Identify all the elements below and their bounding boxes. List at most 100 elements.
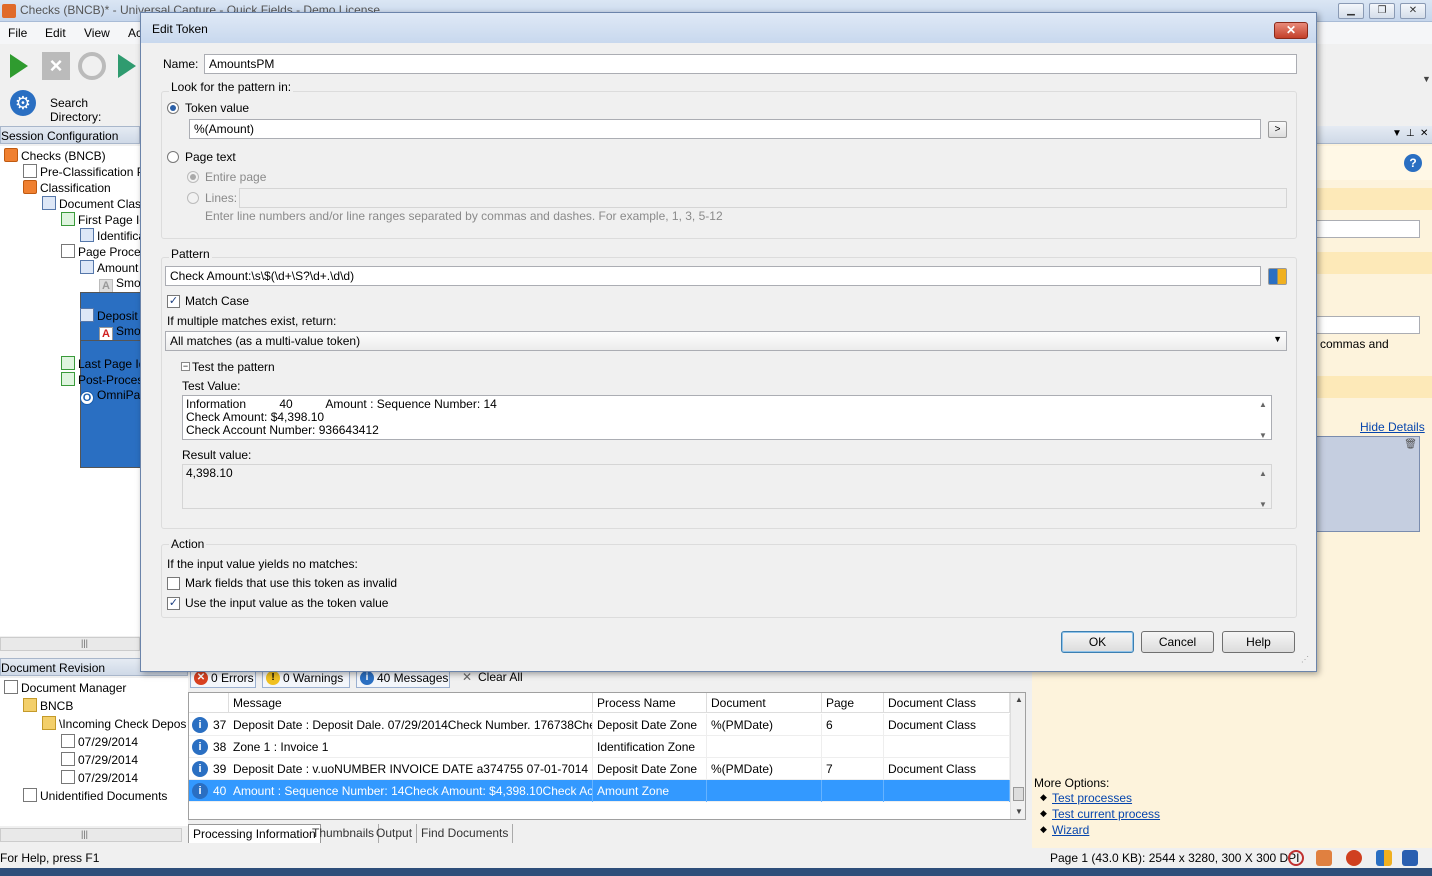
use-input-checkbox[interactable]: ✓ [167, 597, 180, 610]
multiple-matches-select[interactable]: All matches (as a multi-value token) ▼ [165, 331, 1287, 351]
pattern-builder-button[interactable] [1268, 268, 1287, 285]
token-value-input[interactable]: %(Amount) [189, 119, 1261, 139]
tree-item[interactable]: BNCB [23, 698, 73, 713]
tree-item[interactable]: 07/29/2014 [61, 770, 138, 785]
help-button[interactable]: Help [1222, 631, 1295, 653]
cell-page: 6 [822, 714, 884, 736]
gear-icon[interactable]: ⚙ [10, 90, 36, 116]
refresh-icon[interactable] [78, 52, 106, 80]
tree-item[interactable]: Deposit D [80, 308, 140, 323]
column-header-process[interactable]: Process Name [593, 693, 707, 713]
export-icon[interactable] [1316, 850, 1332, 866]
test-value-textarea[interactable]: Information 40 Amount : Sequence Number:… [182, 395, 1272, 440]
tree-item[interactable]: Identificati [80, 228, 140, 243]
stop-icon[interactable]: × [42, 52, 70, 80]
test-processes-link[interactable]: Test processes [1052, 791, 1132, 805]
token-browse-button[interactable]: > [1268, 121, 1287, 138]
hide-details-link[interactable]: Hide Details [1360, 420, 1425, 434]
scroll-thumb[interactable] [1013, 787, 1024, 801]
dialog-close-button[interactable]: ✕ [1274, 22, 1308, 39]
table-row[interactable]: i 38 Zone 1 : Invoice 1 Identification Zone [189, 736, 1010, 758]
wizard-link[interactable]: Wizard [1052, 823, 1089, 837]
properties-field-1[interactable] [1316, 220, 1420, 238]
column-header-message[interactable]: Message [229, 693, 593, 713]
restore-button[interactable]: ❐ [1369, 3, 1395, 19]
tree-item[interactable]: \Incoming Check Depos [42, 716, 186, 731]
tree-item[interactable]: ASmoo [99, 276, 140, 293]
test-value-scrollbar[interactable]: ▲ ▼ [1255, 396, 1271, 440]
table-row[interactable]: i 40 Amount : Sequence Number: 14Check Amo… [189, 780, 1010, 802]
token-value-radio[interactable] [167, 102, 179, 114]
green-icon [61, 356, 75, 370]
column-header-page[interactable]: Page [822, 693, 884, 713]
doc-icon [80, 260, 94, 274]
entire-page-radio[interactable] [187, 171, 199, 183]
dropdown-icon[interactable]: ▼ [1392, 128, 1402, 139]
run-next-icon[interactable] [118, 54, 136, 78]
trash-icon[interactable]: 🗑 [1404, 439, 1417, 450]
session-tree-scrollbar[interactable]: ||| [0, 637, 140, 651]
tree-item[interactable]: Last Page Iden [61, 356, 140, 371]
tab-processing-information[interactable]: Processing Information [188, 824, 321, 843]
tree-item[interactable]: Classification [23, 180, 111, 195]
tree-item[interactable]: Unidentified Documents [23, 788, 167, 803]
collapse-icon[interactable]: − [181, 362, 190, 371]
minimize-button[interactable]: ▁ [1338, 3, 1364, 19]
scroll-down-icon[interactable]: ▼ [1422, 74, 1431, 84]
page-text-radio[interactable] [167, 151, 179, 163]
column-header-document[interactable]: Document [707, 693, 822, 713]
pin-icon[interactable]: ⊥ [1406, 128, 1415, 139]
run-icon[interactable] [10, 54, 28, 78]
pattern-input[interactable]: Check Amount:\s\$(\d+\S?\d+.\d\d) [165, 266, 1261, 286]
info-icon: i [192, 783, 208, 799]
tree-item[interactable]: OOmniPage [80, 388, 140, 405]
cell-page [822, 736, 884, 758]
tree-item[interactable]: Document Manager [4, 680, 126, 695]
name-input[interactable]: AmountsPM [204, 54, 1297, 74]
tree-item[interactable]: Checks (BNCB) [4, 148, 106, 163]
column-header-num[interactable] [189, 693, 229, 713]
tree-item[interactable]: 07/29/2014 [61, 734, 138, 749]
docrev-scrollbar[interactable]: ||| [0, 828, 182, 842]
help-icon[interactable]: ? [1404, 154, 1422, 172]
tree-item[interactable]: Amount Z [80, 260, 140, 275]
no-entry-icon[interactable] [1288, 850, 1304, 866]
grid-icon[interactable] [1376, 850, 1392, 866]
test-current-process-link[interactable]: Test current process [1052, 807, 1160, 821]
tree-item[interactable]: 07/29/2014 [61, 752, 138, 767]
page-icon [23, 788, 37, 802]
result-value-scrollbar[interactable]: ▲ ▼ [1255, 465, 1271, 509]
tree-item[interactable]: Pre-Classification Proc [23, 164, 140, 179]
tree-item[interactable]: Document Class [42, 196, 140, 211]
menu-file[interactable]: File [8, 26, 27, 40]
match-case-checkbox[interactable]: ✓ [167, 295, 180, 308]
tab-thumbnails[interactable]: Thumbnails [308, 824, 380, 843]
window-close-button[interactable]: ✕ [1400, 3, 1426, 19]
app-icon [2, 4, 16, 18]
ok-button[interactable]: OK [1061, 631, 1134, 653]
cancel-button[interactable]: Cancel [1141, 631, 1214, 653]
lines-input[interactable] [239, 188, 1287, 208]
tree-item[interactable]: Page Process [61, 244, 140, 259]
tab-output[interactable]: Output [372, 824, 418, 843]
menu-view[interactable]: View [84, 26, 110, 40]
tree-item[interactable]: First Page Iden [61, 212, 140, 227]
ocr-icon[interactable] [1346, 850, 1362, 866]
tree-item[interactable]: Post-Processin [61, 372, 140, 387]
mark-invalid-checkbox[interactable] [167, 577, 180, 590]
table-row[interactable]: i 37 Deposit Date : Deposit Dale. 07/29/20… [189, 714, 1010, 736]
table-row[interactable]: i 39 Deposit Date : v.uoNUMBER INVOICE DAT… [189, 758, 1010, 780]
tab-find-documents[interactable]: Find Documents [417, 824, 514, 843]
messages-scrollbar[interactable]: ▲ ▼ [1010, 693, 1025, 819]
result-value-textarea[interactable]: 4,398.10 ▲ ▼ [182, 464, 1272, 509]
column-header-document-class[interactable]: Document Class [884, 693, 1010, 713]
lines-radio[interactable] [187, 192, 199, 204]
properties-field-2[interactable] [1316, 316, 1420, 334]
tree-item-label: Post-Processin [78, 373, 140, 387]
tree-item[interactable]: ASmoo [99, 324, 140, 341]
resize-grip-icon[interactable]: ⋰ [1301, 655, 1309, 664]
menu-edit[interactable]: Edit [45, 26, 66, 40]
test-line: Information 40 Amount : Sequence Number:… [186, 397, 497, 411]
save-icon[interactable] [1402, 850, 1418, 866]
close-panel-icon[interactable]: ✕ [1420, 128, 1428, 139]
